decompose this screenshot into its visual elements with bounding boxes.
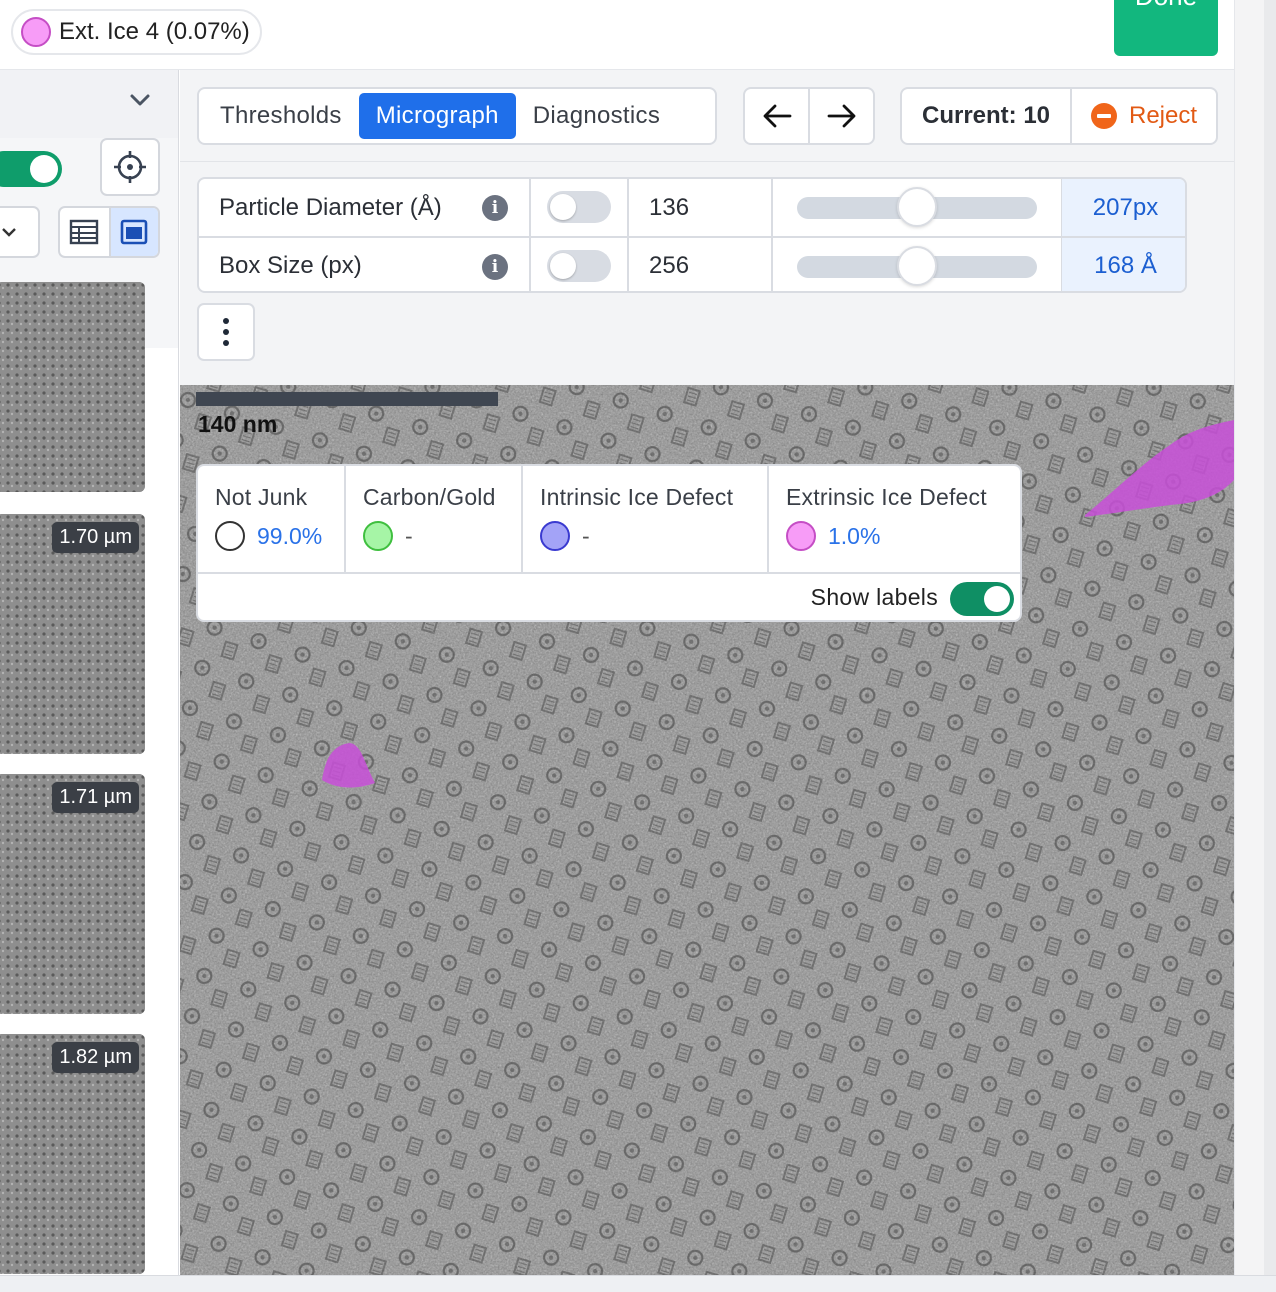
legend-carbon-gold[interactable]: Carbon/Gold - [346, 466, 523, 572]
active-class-label: Ext. Ice 4 (0.07%) [59, 18, 250, 45]
reject-label: Reject [1128, 102, 1198, 129]
param-row-particle-diameter: Particle Diameter (Å) i 136 207px [199, 179, 1185, 236]
current-index: Current: 10 [902, 89, 1072, 143]
legend-value: 1.0% [828, 522, 881, 549]
param-converted: 207px [1062, 179, 1185, 236]
active-class-chip[interactable]: Ext. Ice 4 (0.07%) [11, 9, 262, 55]
carbon-gold-color-dot [363, 521, 393, 551]
show-labels-toggle[interactable] [950, 582, 1014, 616]
intrinsic-ice-color-dot [540, 521, 570, 551]
table-icon [70, 219, 99, 245]
param-value[interactable]: 256 [649, 238, 689, 291]
legend-name: Extrinsic Ice Defect [786, 484, 987, 510]
view-mode-toggle[interactable] [58, 206, 160, 258]
divider [180, 161, 1234, 162]
scale-bar [196, 392, 498, 406]
legend-name: Carbon/Gold [363, 484, 496, 510]
next-button[interactable] [808, 89, 873, 143]
crosshair-button[interactable] [100, 138, 160, 196]
defocus-badge: 1.70 µm [52, 522, 139, 553]
micrograph-thumbnail[interactable] [0, 282, 145, 492]
previous-button[interactable] [745, 89, 808, 143]
legend-value: - [405, 522, 413, 549]
picking-params-table: Particle Diameter (Å) i 136 207px Box Si… [197, 177, 1187, 293]
param-converted: 168 Å [1062, 238, 1185, 291]
micrograph-list-panel: 1.70 µm 1.71 µm 1.82 µm [0, 70, 179, 1275]
crosshair-icon [114, 151, 146, 183]
window-icon [121, 219, 148, 245]
defocus-badge: 1.71 µm [52, 782, 139, 813]
sort-select[interactable] [0, 206, 40, 258]
not-junk-color-dot [215, 521, 245, 551]
top-bar: Ext. Ice 4 (0.07%) Done [0, 0, 1234, 70]
micrograph-thumbnail[interactable]: 1.71 µm [0, 774, 145, 1014]
param-lock-toggle[interactable] [547, 250, 611, 282]
tab-micrograph[interactable]: Micrograph [358, 93, 516, 139]
defocus-badge: 1.82 µm [52, 1042, 139, 1073]
param-lock-toggle[interactable] [547, 191, 611, 223]
legend-value: - [582, 522, 590, 549]
chevron-down-icon [2, 228, 16, 237]
legend-name: Intrinsic Ice Defect [540, 484, 734, 510]
slider-handle[interactable] [897, 187, 937, 227]
list-filter-toggle[interactable] [0, 151, 62, 187]
micrograph-thumbnail[interactable]: 1.70 µm [0, 514, 145, 754]
show-labels-label: Show labels [810, 584, 938, 610]
slider-handle[interactable] [897, 246, 937, 286]
param-row-box-size: Box Size (px) i 256 168 Å [199, 236, 1185, 291]
param-label: Particle Diameter (Å) [219, 193, 442, 221]
ext-ice-color-dot [21, 17, 51, 47]
arrow-right-icon [827, 104, 855, 128]
tab-diagnostics[interactable]: Diagnostics [516, 93, 677, 139]
param-label: Box Size (px) [219, 251, 362, 279]
list-panel-header[interactable] [0, 70, 178, 138]
view-tabs: Thresholds Micrograph Diagnostics [197, 87, 717, 145]
more-options-button[interactable] [197, 303, 255, 361]
arrow-left-icon [763, 104, 791, 128]
extrinsic-ice-color-dot [786, 521, 816, 551]
legend-not-junk[interactable]: Not Junk 99.0% [198, 466, 346, 572]
single-view-button[interactable] [108, 208, 158, 256]
scrollbar-track[interactable] [1264, 0, 1276, 1292]
micrograph-nav [743, 87, 875, 145]
legend-footer: Show labels [198, 572, 1020, 620]
scale-label: 140 nm [198, 411, 278, 437]
legend-intrinsic-ice[interactable]: Intrinsic Ice Defect - [523, 466, 769, 572]
table-view-button[interactable] [60, 208, 109, 256]
tab-thresholds[interactable]: Thresholds [203, 93, 359, 139]
kebab-icon [223, 318, 229, 324]
done-button[interactable]: Done [1114, 0, 1218, 56]
chevron-down-icon[interactable] [128, 88, 152, 119]
info-icon[interactable]: i [482, 254, 508, 280]
class-legend: Not Junk 99.0% Carbon/Gold - Intrinsic I… [196, 464, 1022, 622]
current-status: Current: 10 Reject [900, 87, 1218, 145]
micrograph-thumbnail[interactable]: 1.82 µm [0, 1034, 145, 1274]
legend-extrinsic-ice[interactable]: Extrinsic Ice Defect 1.0% [769, 466, 1020, 572]
legend-value: 99.0% [257, 522, 323, 549]
reject-button[interactable]: Reject [1072, 89, 1216, 143]
param-value[interactable]: 136 [649, 179, 689, 236]
info-icon[interactable]: i [482, 195, 508, 221]
minus-circle-icon [1090, 103, 1117, 129]
legend-name: Not Junk [215, 484, 308, 510]
bottom-scrollbar[interactable] [0, 1275, 1276, 1292]
